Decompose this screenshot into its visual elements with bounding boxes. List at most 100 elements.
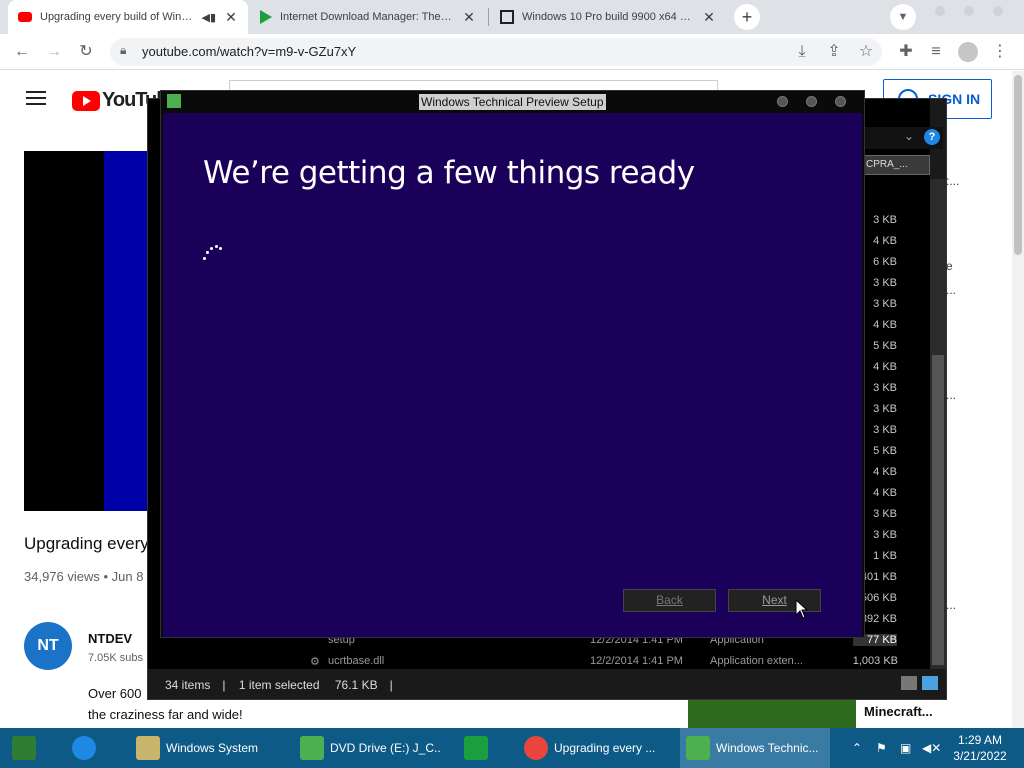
file-size: 1,003 KB: [852, 655, 898, 667]
tab-youtube[interactable]: Upgrading every build of Window ◀▮ ✕: [8, 0, 248, 34]
page-scrollbar[interactable]: [1012, 71, 1024, 728]
setup-heading: We’re getting a few things ready: [203, 155, 695, 191]
file-date: 12/2/2014 1:41 PM: [590, 655, 683, 667]
address-bar[interactable]: 🔒︎ youtube.com/watch?v=m9-v-GZu7xY: [110, 38, 882, 66]
video-meta: 34,976 views • Jun 8: [24, 569, 144, 584]
forward-arrow-icon[interactable]: →: [44, 42, 64, 62]
media-control-icon[interactable]: ≡: [926, 42, 946, 62]
explorer-status-bar: 34 items | 1 item selected 76.1 KB |: [148, 671, 946, 699]
sidebar-text-fragment: ...: [946, 388, 957, 402]
close-tab-icon[interactable]: ✕: [462, 9, 476, 26]
share-icon[interactable]: ⇪: [824, 42, 844, 62]
taskbar-item-label: Windows Technic...: [716, 741, 819, 755]
bookmark-star-icon[interactable]: ☆: [856, 42, 876, 62]
close-button[interactable]: [835, 96, 846, 107]
channel-avatar[interactable]: NT: [24, 622, 72, 670]
minimize-button[interactable]: [935, 6, 945, 16]
close-tab-icon[interactable]: ✕: [702, 9, 716, 26]
internet-explorer-icon[interactable]: [66, 728, 110, 768]
tab-title: Internet Download Manager: The faste: [280, 11, 454, 23]
file-type: Application exten...: [710, 655, 803, 667]
windows-taskbar: Windows System DVD Drive (E:) J_C... Upg…: [0, 728, 1024, 768]
details-view-icon[interactable]: [901, 676, 917, 690]
tab-separator: [488, 8, 489, 26]
channel-subscribers: 7.05K subs: [88, 652, 144, 664]
taskbar-item-label: Upgrading every ...: [554, 741, 656, 755]
back-arrow-icon[interactable]: ←: [12, 42, 32, 62]
taskbar-item-chrome[interactable]: Upgrading every ...: [518, 728, 666, 768]
recommended-thumbnail[interactable]: [688, 700, 856, 728]
selection-size: 76.1 KB: [334, 678, 378, 692]
back-button[interactable]: Back: [623, 589, 716, 612]
description-line: the craziness far and wide!: [88, 707, 243, 722]
description-line: Over 600: [88, 686, 142, 701]
expand-ribbon-chevron-icon[interactable]: ⌄: [904, 129, 914, 143]
video-title: Upgrading every: [24, 534, 149, 553]
maximize-button[interactable]: [964, 6, 974, 16]
file-name: ucrtbase.dll: [328, 655, 385, 667]
archive-favicon-icon: [500, 10, 514, 24]
mouse-cursor-icon: [795, 599, 809, 619]
store-icon[interactable]: [458, 728, 502, 768]
scrollbar-thumb[interactable]: [932, 355, 944, 665]
url-text: youtube.com/watch?v=m9-v-GZu7xY: [142, 44, 357, 59]
setup-app-icon: [167, 94, 181, 108]
loading-spinner-icon: [203, 245, 223, 261]
action-center-flag-icon[interactable]: ⚑: [876, 728, 887, 768]
volume-muted-icon[interactable]: ◀✕: [922, 728, 941, 768]
taskbar-clock[interactable]: 1:29 AM 3/21/2022: [944, 732, 1016, 764]
idm-favicon-icon: [260, 10, 272, 24]
tab-archive[interactable]: Windows 10 Pro build 9900 x64 (Techn ✕: [490, 0, 726, 34]
chrome-icon: [524, 736, 548, 760]
close-tab-icon[interactable]: ✕: [224, 9, 238, 26]
explorer-search-field[interactable]: CPRA_...: [862, 155, 930, 175]
hamburger-menu-icon[interactable]: [26, 91, 46, 105]
gear-icon: ⚙: [310, 656, 320, 668]
sidebar-text-fragment: ...: [946, 283, 957, 297]
tab-search-chevron-icon[interactable]: ▼: [890, 4, 916, 30]
sidebar-text-fragment: :...: [946, 174, 960, 188]
scrollbar-thumb[interactable]: [1014, 75, 1022, 255]
taskbar-item-dvd-drive[interactable]: DVD Drive (E:) J_C...: [294, 728, 440, 768]
folder-icon: [136, 736, 160, 760]
clock-time: 1:29 AM: [957, 733, 1003, 747]
close-window-button[interactable]: [993, 6, 1003, 16]
taskbar-item-windows-system[interactable]: Windows System: [130, 728, 280, 768]
taskbar-item-windows-technical[interactable]: Windows Technic...: [680, 728, 830, 768]
lock-icon[interactable]: 🔒︎: [120, 43, 126, 58]
profile-avatar-icon[interactable]: [958, 42, 978, 62]
install-app-icon[interactable]: ⤓: [792, 42, 812, 62]
minimize-button[interactable]: [777, 96, 788, 107]
setup-content: We’re getting a few things ready Back Ne…: [163, 113, 862, 637]
large-icons-view-icon[interactable]: [922, 676, 938, 690]
speaker-icon[interactable]: ◀▮: [201, 11, 216, 24]
new-tab-button[interactable]: +: [734, 4, 760, 30]
setup-window-title: Windows Technical Preview Setup: [419, 94, 606, 110]
setup-dialog-window: Windows Technical Preview Setup We’re ge…: [160, 90, 865, 638]
file-row-ucrtbase[interactable]: ⚙ ucrtbase.dll 12/2/2014 1:41 PM Applica…: [310, 655, 803, 668]
setup-disc-icon: [686, 736, 710, 760]
sidebar-text-fragment: ...: [946, 598, 957, 612]
youtube-favicon-icon: [18, 12, 32, 22]
youtube-play-icon: [72, 90, 100, 111]
show-hidden-icons-chevron-icon[interactable]: ⌃: [852, 728, 862, 768]
menu-kebab-icon[interactable]: ⋮: [990, 42, 1010, 62]
media-center-icon[interactable]: [6, 728, 50, 768]
reload-icon[interactable]: ↻: [76, 42, 96, 62]
tab-title: Upgrading every build of Window: [40, 11, 194, 23]
tab-idm[interactable]: Internet Download Manager: The faste ✕: [250, 0, 486, 34]
recommended-title[interactable]: Minecraft...: [864, 704, 933, 719]
browser-tab-strip: Upgrading every build of Window ◀▮ ✕ Int…: [0, 0, 1024, 34]
sidebar-text-fragment: e: [946, 259, 953, 273]
network-icon[interactable]: ▣: [900, 728, 911, 768]
maximize-button[interactable]: [806, 96, 817, 107]
taskbar-item-label: Windows System: [166, 741, 259, 755]
browser-toolbar: ← → ↻ 🔒︎ youtube.com/watch?v=m9-v-GZu7xY…: [0, 34, 1024, 70]
explorer-scrollbar[interactable]: [930, 179, 946, 669]
clock-date: 3/21/2022: [953, 749, 1007, 763]
taskbar-item-label: DVD Drive (E:) J_C...: [330, 741, 440, 755]
tab-title: Windows 10 Pro build 9900 x64 (Techn: [522, 11, 694, 23]
extensions-icon[interactable]: ✚: [896, 42, 916, 62]
channel-name[interactable]: NTDEV: [88, 631, 132, 646]
help-icon[interactable]: ?: [924, 129, 940, 145]
